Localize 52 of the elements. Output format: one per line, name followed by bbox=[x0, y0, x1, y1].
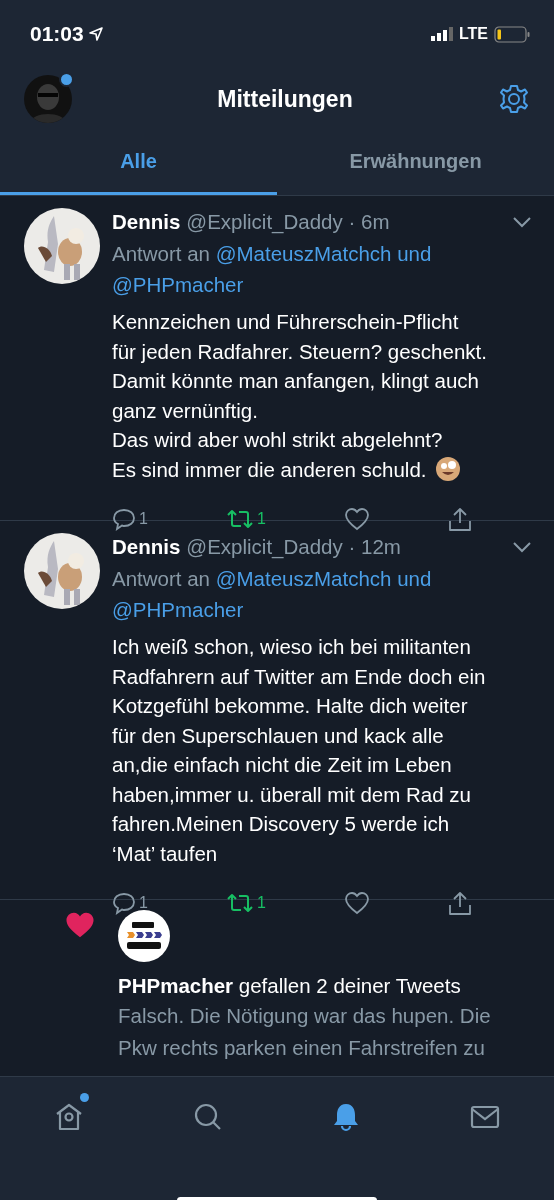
reply-count: 1 bbox=[139, 510, 148, 528]
tweet-text-line: ganz vernünftig. bbox=[112, 397, 258, 424]
reply-icon[interactable] bbox=[112, 891, 136, 915]
retweet-count: 1 bbox=[256, 510, 266, 528]
retweet-icon[interactable] bbox=[225, 507, 254, 531]
tab[interactable]: Erwähnungen bbox=[277, 130, 554, 195]
heart-icon bbox=[64, 910, 96, 940]
location-arrow-icon bbox=[87, 26, 104, 42]
share-icon[interactable] bbox=[448, 506, 472, 532]
page-title: Mitteilungen bbox=[217, 85, 353, 113]
signal-icon bbox=[430, 27, 453, 41]
author-handle: @Explicit_Daddy · 12m bbox=[186, 535, 401, 559]
mention-link[interactable]: @PHPmacher bbox=[112, 273, 244, 296]
author-name: Dennis bbox=[112, 535, 181, 559]
settings-icon[interactable] bbox=[498, 83, 530, 115]
retweet-count: 1 bbox=[256, 894, 266, 912]
tweet-text-line: Radfahrern auf Twitter am Ende doch ein bbox=[112, 663, 486, 690]
mention-link[interactable]: @PHPmacher bbox=[112, 598, 244, 621]
tweet-text-line: für jeden Radfahrer. Steuern? geschenkt. bbox=[112, 338, 487, 365]
reply-icon[interactable] bbox=[112, 507, 136, 531]
author-name: Dennis bbox=[112, 210, 181, 234]
chevron-down-icon[interactable] bbox=[512, 541, 532, 553]
chevron-down-icon[interactable] bbox=[512, 216, 532, 228]
reply-label: Antwort an bbox=[112, 242, 210, 265]
clock-time: 01:03 bbox=[30, 22, 84, 46]
mention-link[interactable]: @MateuszMatchch und bbox=[215, 242, 432, 265]
share-icon[interactable] bbox=[448, 890, 472, 916]
tweet-text-line: Das wird aber wohl strikt abgelehnt? bbox=[112, 427, 443, 453]
tweet-text-line: Kennzeichen und Führerschein-Pflicht bbox=[112, 309, 459, 335]
network-label: LTE bbox=[458, 25, 488, 43]
tweet-text-line: ‘Mat’ taufen bbox=[112, 840, 218, 867]
tweet-text-line: Ich weiß schon, wieso ich bei militanten bbox=[112, 634, 471, 660]
tab[interactable]: Alle bbox=[0, 130, 277, 195]
reply-label: Antwort an bbox=[112, 567, 210, 590]
tweet-text-line: Damit könnte man anfangen, klingt auch bbox=[112, 368, 479, 394]
tweet-text-line: haben,immer u. überall mit dem Rad zu bbox=[112, 781, 471, 808]
heart-icon[interactable] bbox=[343, 507, 370, 531]
tweet-text-line: fahren.Meinen Discovery 5 werde ich bbox=[112, 811, 450, 837]
tweet-preview-line: Pkw rechts parken einen Fahrstreifen zu bbox=[118, 1035, 486, 1061]
battery-icon bbox=[494, 25, 530, 43]
tweet-text-line: Es sind immer die anderen schuld. bbox=[112, 456, 427, 483]
author-handle: @Explicit_Daddy · 6m bbox=[186, 210, 390, 234]
tweet-preview-line: Falsch. Die Nötigung war das hupen. Die bbox=[118, 1003, 492, 1029]
tweet-text-line: an,die einfach nicht die Zeit im Leben bbox=[112, 752, 452, 778]
tweet-text-line: Kotzgefühl bekomme. Halte dich weiter bbox=[112, 693, 468, 719]
retweet-icon[interactable] bbox=[225, 891, 254, 915]
mention-link[interactable]: @MateuszMatchch und bbox=[215, 567, 432, 590]
reply-count: 1 bbox=[139, 894, 148, 912]
profile-avatar[interactable] bbox=[24, 75, 72, 123]
heart-icon[interactable] bbox=[343, 891, 370, 915]
notification-text: PHPmacher gefallen 2 deiner Tweets bbox=[118, 974, 462, 998]
tweet-text-line: für den Superschlauen und kack alle bbox=[112, 722, 444, 749]
